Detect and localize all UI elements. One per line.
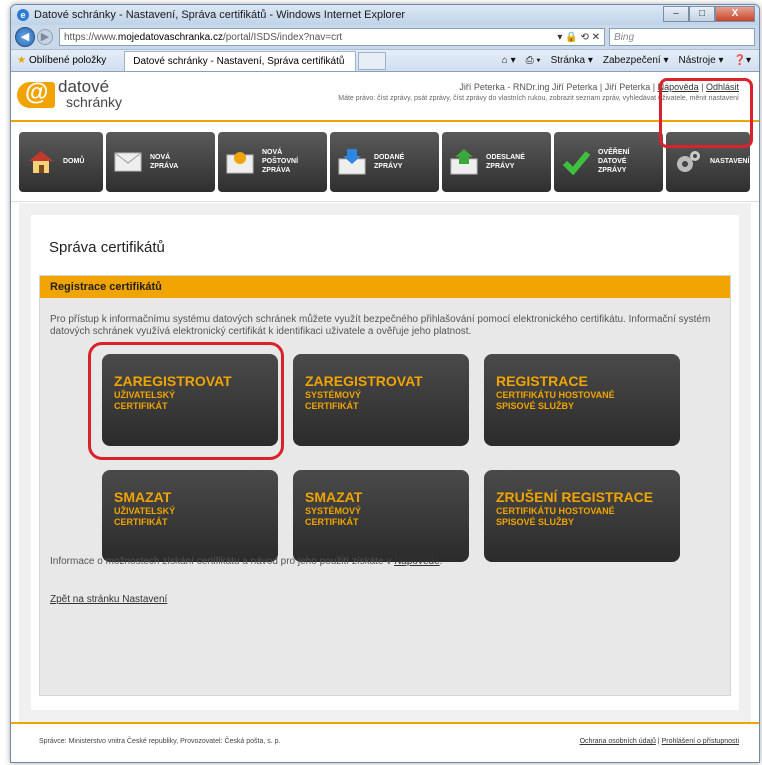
favorites-label[interactable]: Oblíbené položky [29, 55, 106, 66]
ie-icon: e [17, 9, 29, 21]
print-icon[interactable]: ⎙ ▾ [526, 55, 541, 66]
menu-new-message[interactable]: NOVÁ ZPRÁVA [106, 131, 215, 192]
cmd-tools[interactable]: Nástroje ▾ [678, 55, 723, 66]
home-icon[interactable]: ⌂ ▾ [502, 55, 516, 66]
register-system-cert-button[interactable]: ZAREGISTROVAT SYSTÉMOVÝ CERTIFIKÁT [293, 354, 469, 446]
info-text-body: Informace o možnostech získání certifiká… [50, 556, 392, 567]
window-controls: – □ X [663, 6, 755, 22]
url-field[interactable]: https://www. mojedatovaschranka.cz/portal… [59, 28, 605, 46]
delete-user-cert-button[interactable]: SMAZAT UŽIVATELSKÝ CERTIFIKÁT [102, 470, 278, 562]
help-page-link[interactable]: Nápovědě [394, 556, 440, 567]
info-text: Informace o možnostech získání certifiká… [50, 556, 443, 567]
envelope-icon [114, 148, 142, 176]
settings-highlight-ring [659, 78, 753, 148]
menu-new-message-label: NOVÁ ZPRÁVA [150, 153, 179, 170]
window-title: Datové schránky - Nastavení, Správa cert… [34, 9, 406, 21]
button-head: SMAZAT [305, 489, 363, 505]
accessibility-link[interactable]: Prohlášení o přístupnosti [662, 738, 739, 745]
menu-verify[interactable]: OVĚŘENÍ DATOVÉ ZPRÁVY [554, 131, 663, 192]
cmd-page[interactable]: Stránka ▾ [551, 55, 593, 66]
button-head: REGISTRACE [496, 373, 588, 389]
menu-new-postal-message[interactable]: NOVÁ POŠTOVNÍ ZPRÁVA [218, 131, 327, 192]
footer-operator: Správce: Ministerstvo vnitra České repub… [39, 738, 281, 745]
menu-delivered[interactable]: DODANÉ ZPRÁVY [330, 131, 439, 192]
house-icon [27, 148, 55, 176]
url-domain: mojedatovaschranka.cz [117, 31, 223, 43]
command-bar: ⌂ ▾ ⎙ ▾ Stránka ▾ Zabezpečení ▾ Nástroje… [502, 55, 759, 66]
privacy-link[interactable]: Ochrana osobních údajů [580, 738, 656, 745]
outbox-up-arrow-icon [450, 148, 478, 176]
button-head: ZAREGISTROVAT [305, 373, 423, 389]
tab-active[interactable]: Datové schránky - Nastavení, Správa cert… [124, 50, 357, 71]
button-head: SMAZAT [114, 489, 172, 505]
forward-arrow-icon[interactable]: ▶ [37, 29, 53, 45]
menu-home-label: DOMŮ [63, 158, 85, 165]
register-hosted-records-cert-button[interactable]: REGISTRACE CERTIFIKÁTU HOSTOVANÉ SPISOVÉ… [484, 354, 680, 446]
delete-system-cert-button[interactable]: SMAZAT SYSTÉMOVÝ CERTIFIKÁT [293, 470, 469, 562]
cmd-security[interactable]: Zabezpečení ▾ [603, 55, 669, 66]
tab-title: Datové schránky - Nastavení, Správa cert… [133, 55, 345, 67]
lock-refresh-stop-icons[interactable]: ▾ 🔒 ⟲ ✕ [557, 32, 600, 43]
maximize-button[interactable]: □ [689, 6, 715, 22]
menu-settings-label: NASTAVENÍ [710, 158, 750, 165]
address-bar: ◀ ▶ https://www. mojedatovaschranka.cz/po… [11, 25, 759, 49]
url-path: /portal/ISDS/index?nav=crt [222, 31, 343, 43]
title-bar: e Datové schránky - Nastavení, Správa ce… [11, 5, 759, 25]
postal-envelope-icon [226, 148, 254, 176]
favorites-star-icon[interactable]: ★ [17, 55, 26, 66]
certificate-panel: Registrace certifikátů Pro přístup k inf… [39, 275, 731, 696]
panel-title: Registrace certifikátů [40, 276, 730, 298]
inbox-down-arrow-icon [338, 148, 366, 176]
menu-verify-label: OVĚŘENÍ DATOVÉ ZPRÁVY [598, 149, 630, 174]
content-area: Správa certifikátů Registrace certifikát… [19, 203, 751, 722]
url-prefix: https://www. [64, 31, 118, 43]
search-placeholder: Bing [614, 31, 635, 43]
gears-icon [674, 148, 702, 176]
content-inner: Správa certifikátů Registrace certifikát… [31, 215, 739, 710]
button-sub: SYSTÉMOVÝ CERTIFIKÁT [305, 390, 362, 411]
intro-text: Pro přístup k informačnímu systému datov… [50, 314, 711, 337]
register-user-highlight-ring [88, 342, 284, 460]
user-text: Jiří Peterka - RNDr.ing Jiří Peterka | J… [459, 82, 656, 92]
close-button[interactable]: X [715, 6, 755, 22]
menu-sent-label: ODESLANÉ ZPRÁVY [486, 153, 525, 170]
search-input[interactable]: Bing [609, 28, 755, 46]
new-tab-button[interactable] [358, 51, 387, 70]
back-to-settings: Zpět na stránku Nastavení [50, 594, 167, 605]
menu-home[interactable]: DOMŮ [19, 131, 103, 192]
logo-text-2: schránky [66, 94, 123, 110]
at-logo-icon [17, 79, 55, 108]
checkmark-icon [562, 148, 590, 176]
menu-delivered-label: DODANÉ ZPRÁVY [374, 153, 405, 170]
site-logo[interactable]: datovéschránky [17, 78, 123, 110]
main-menu: DOMŮ NOVÁ ZPRÁVA NOVÁ POŠTOVNÍ ZPRÁVA DO… [11, 78, 759, 202]
page-title: Správa certifikátů [49, 239, 165, 256]
help-icon[interactable]: ❓▾ [734, 55, 751, 66]
favorites-bar: ★ Oblíbené položky Datové schránky - Nas… [11, 49, 759, 71]
button-sub: SYSTÉMOVÝ CERTIFIKÁT [305, 506, 362, 527]
cancel-hosted-registration-button[interactable]: ZRUŠENÍ REGISTRACE CERTIFIKÁTU HOSTOVANÉ… [484, 470, 680, 562]
minimize-button[interactable]: – [663, 6, 689, 22]
browser-window: e Datové schránky - Nastavení, Správa ce… [10, 4, 760, 763]
button-sub: UŽIVATELSKÝ CERTIFIKÁT [114, 506, 176, 527]
button-head: ZRUŠENÍ REGISTRACE [496, 489, 654, 505]
site-header: datovéschránky Jiří Peterka - RNDr.ing J… [11, 72, 759, 120]
site-footer: Správce: Ministerstvo vnitra České repub… [11, 722, 759, 762]
back-arrow-icon[interactable]: ◀ [15, 27, 35, 47]
back-to-settings-link[interactable]: Zpět na stránku Nastavení [50, 594, 167, 605]
page-viewport: datovéschránky Jiří Peterka - RNDr.ing J… [11, 71, 759, 762]
menu-new-postal-message-label: NOVÁ POŠTOVNÍ ZPRÁVA [262, 149, 299, 174]
button-sub: CERTIFIKÁTU HOSTOVANÉ SPISOVÉ SLUŽBY [496, 506, 615, 527]
button-sub: CERTIFIKÁTU HOSTOVANÉ SPISOVÉ SLUŽBY [496, 390, 615, 411]
menu-sent[interactable]: ODESLANÉ ZPRÁVY [442, 131, 551, 192]
